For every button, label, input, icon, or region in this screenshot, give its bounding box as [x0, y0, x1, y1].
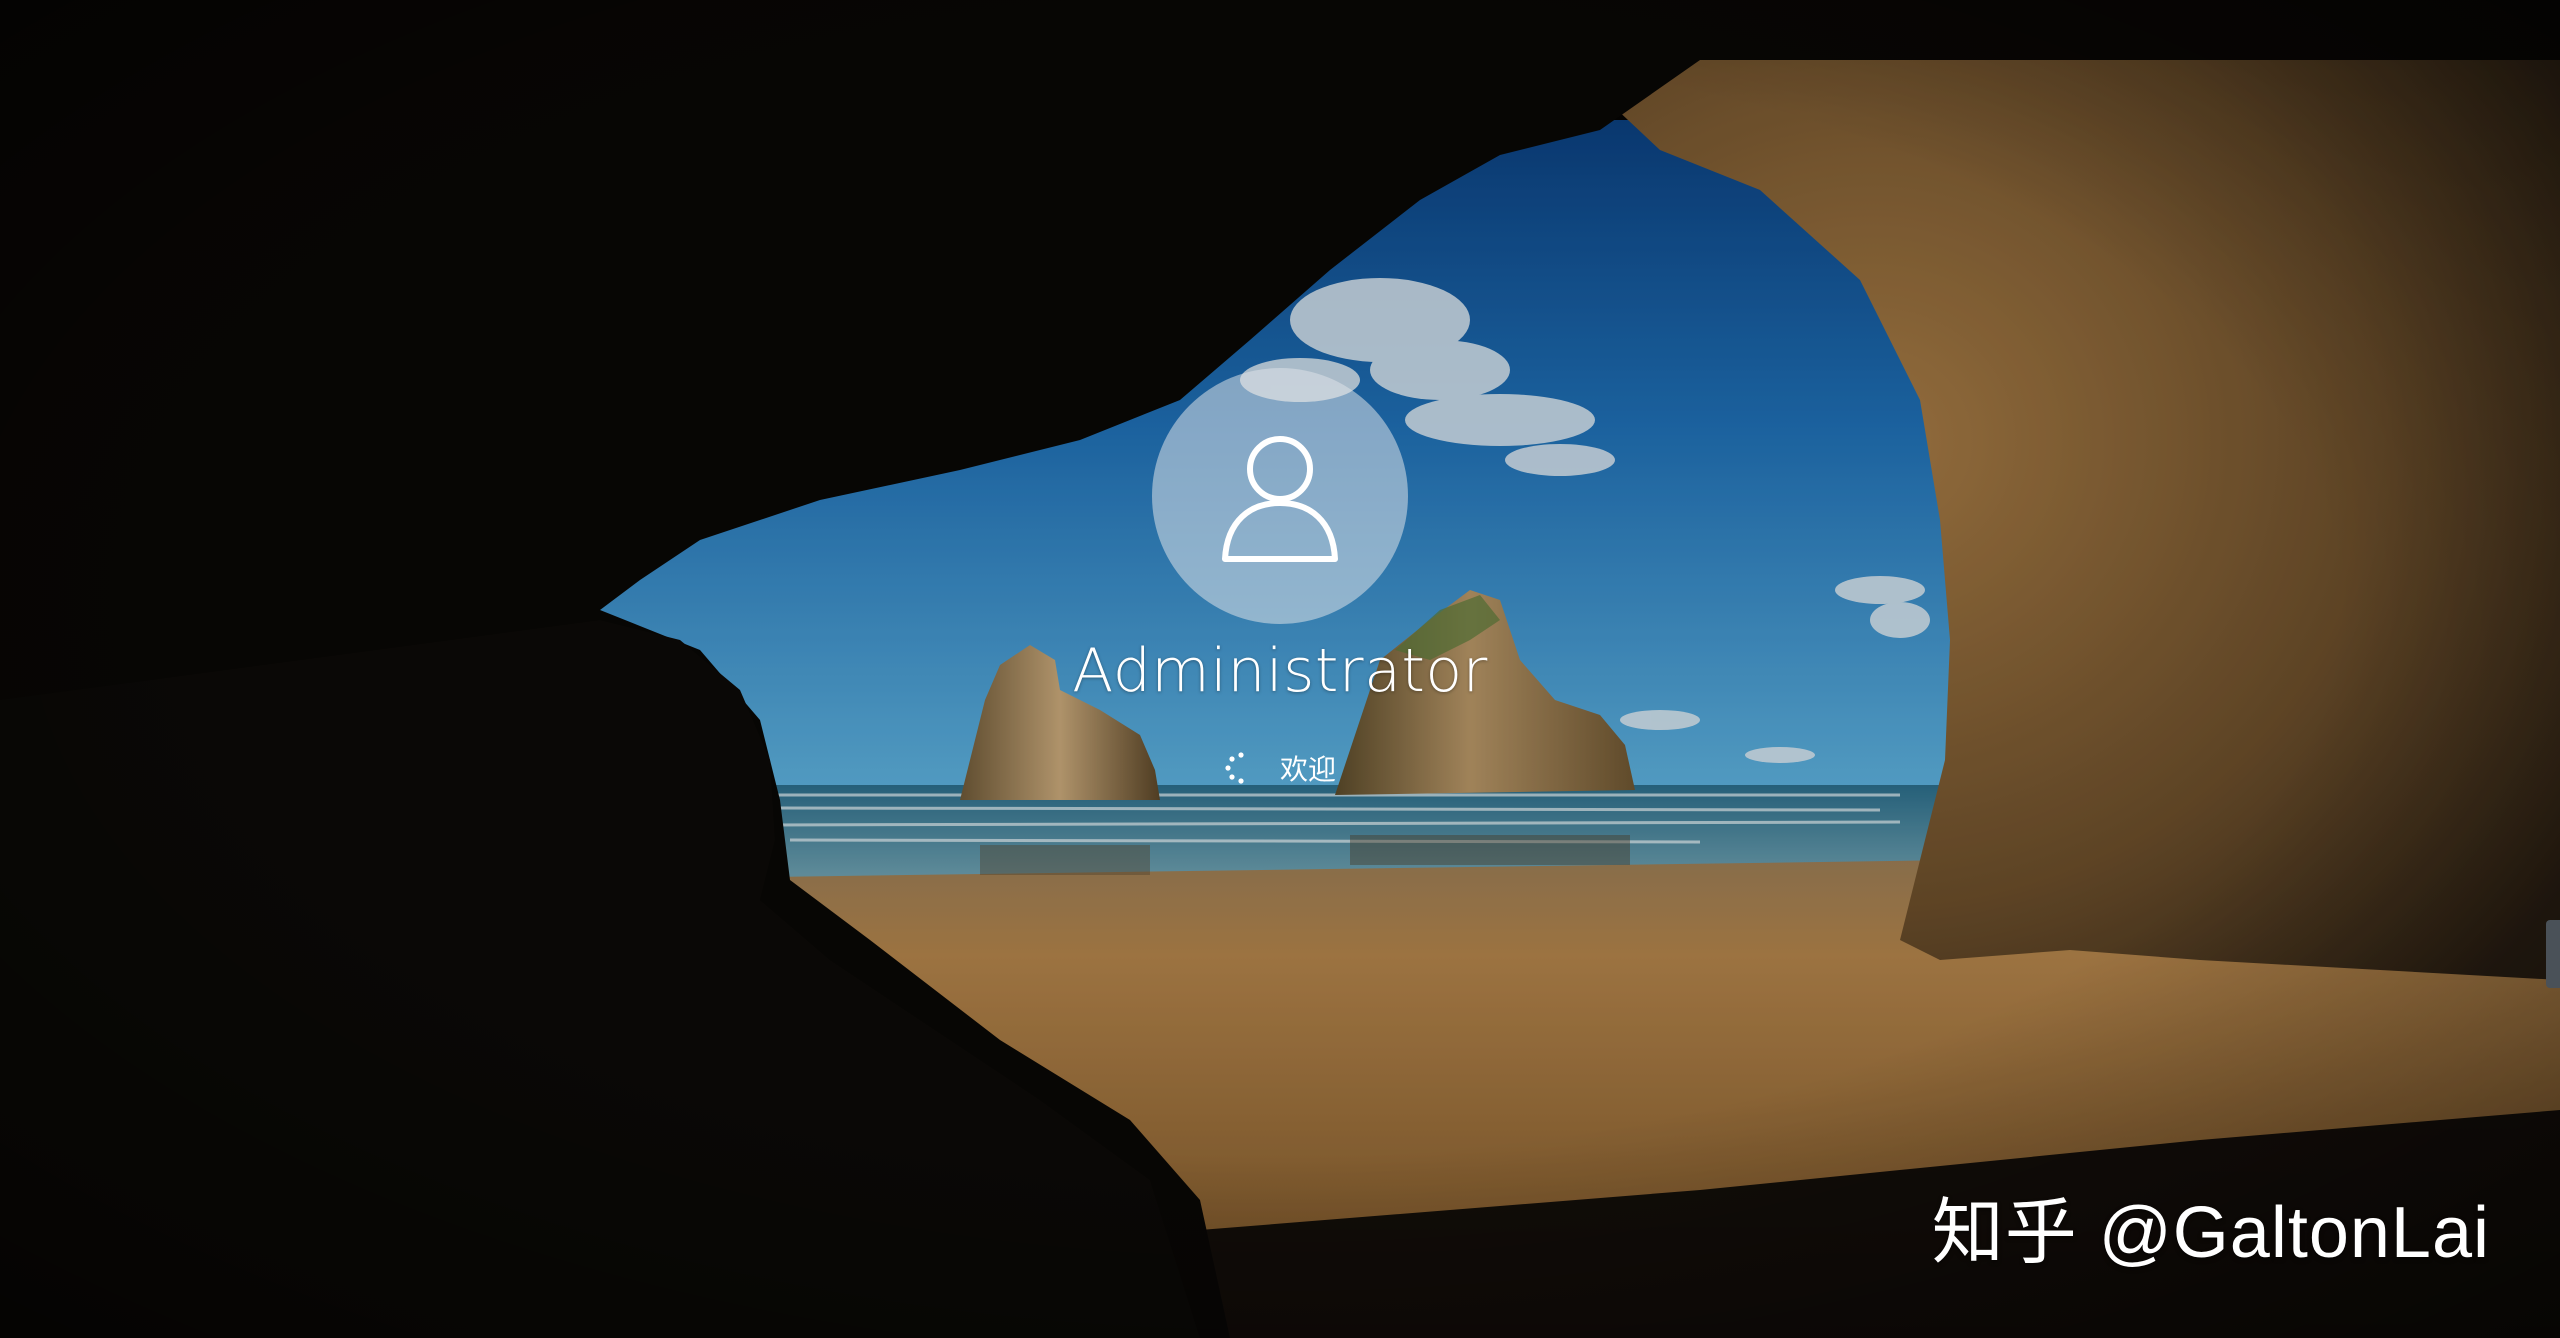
- watermark: 知乎 @GaltonLai: [1931, 1193, 2490, 1273]
- edge-handle[interactable]: [2546, 920, 2560, 988]
- login-panel: Administrator 欢迎: [980, 368, 1580, 808]
- status-row: 欢迎: [980, 746, 1580, 790]
- user-icon: [1222, 436, 1338, 562]
- loading-spinner-icon: [1225, 752, 1244, 784]
- user-name: Administrator: [1072, 636, 1488, 706]
- lock-screen: Administrator 欢迎 知乎 @GaltonLai: [0, 0, 2560, 1338]
- status-text: 欢迎: [1279, 753, 1336, 786]
- user-avatar: [1152, 368, 1408, 624]
